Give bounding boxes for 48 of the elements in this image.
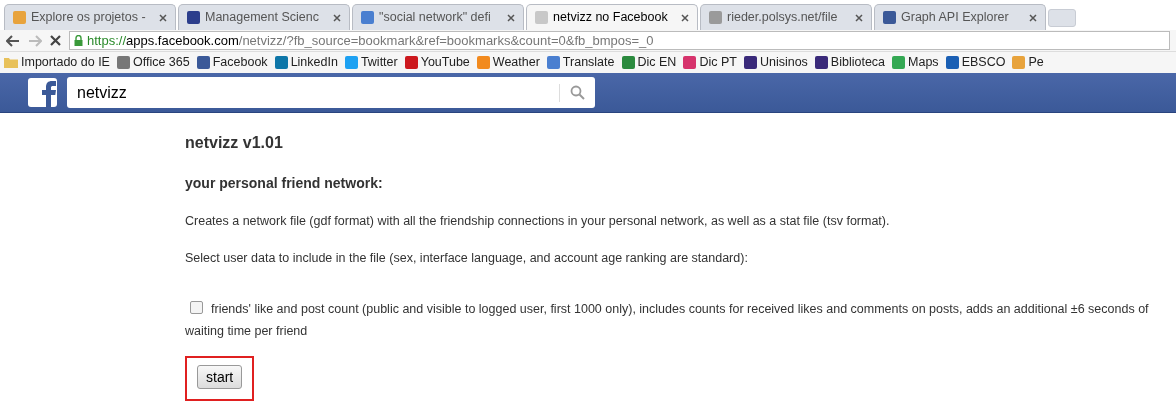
close-icon[interactable] (159, 13, 167, 22)
tab-title: netvizz no Facebook (553, 9, 669, 27)
checkbox[interactable] (190, 301, 203, 315)
tab-title: Graph API Explorer (901, 9, 1010, 27)
close-icon[interactable] (681, 13, 689, 22)
back-icon[interactable] (6, 34, 20, 47)
search-field[interactable]: netvizz (67, 77, 595, 108)
bookmark[interactable]: Facebook (196, 53, 268, 72)
bookmark[interactable]: Unisinos (743, 53, 808, 72)
option-text: friends' like and post count (public and visible to logged user, first 1000 only), includes counts for received likes and comments on posts, adds an additional ±6 seconds of waiting time per friend (185, 300, 1150, 340)
tab-title: "social network" defi (379, 9, 492, 27)
description: Creates a network file (gdf format) with all the friendship connections in your personal network, as well as a stat file (tsv format). (185, 213, 890, 230)
close-icon[interactable] (855, 13, 863, 22)
bookmark[interactable]: Weather (476, 53, 540, 72)
bookmark[interactable]: Pe (1012, 53, 1044, 72)
close-icon[interactable] (507, 13, 515, 22)
tab-title: Explore os projetos - (31, 9, 147, 27)
browser-tab[interactable]: netvizz no Facebook (526, 4, 698, 30)
bookmark[interactable]: Importado do IE (4, 53, 110, 72)
bookmark[interactable]: Maps (892, 53, 939, 72)
bookmark[interactable]: LinkedIn (274, 53, 338, 72)
browser-tab[interactable]: rieder.polsys.net/file (700, 4, 872, 30)
bookmark[interactable]: YouTube (404, 53, 470, 72)
bookmark[interactable]: EBSCO (945, 53, 1006, 72)
browser-tab[interactable]: Graph API Explorer (874, 4, 1046, 30)
bookmark[interactable]: Twitter (344, 53, 398, 72)
bookmark[interactable]: Dic EN (621, 53, 677, 72)
close-icon[interactable] (333, 13, 341, 22)
bookmark[interactable]: Biblioteca (814, 53, 886, 72)
start-button[interactable]: start (197, 365, 243, 389)
stop-icon[interactable] (50, 35, 61, 46)
bookmark[interactable]: Office 365 (116, 53, 190, 72)
lock-icon (74, 35, 83, 46)
address-field[interactable]: https://apps.facebook.com/netvizz/?fb_source=bookmark&ref=bookmarks&count=0&fb_bmpos=_0 (69, 31, 1170, 50)
app-title: netvizz v1.01 (185, 133, 283, 153)
url-text: https://apps.facebook.com/netvizz/?fb_source=bookmark&ref=bookmarks&count=0&fb_bmpos=_0 (87, 31, 654, 50)
browser-tab[interactable]: "social network" defi (352, 4, 524, 30)
instruction: Select user data to include in the file (sex, interface language, and account age ranking are standard): (185, 249, 748, 267)
browser-tab[interactable]: Management Scienc (178, 4, 350, 30)
tab-title: rieder.polsys.net/file (727, 9, 839, 27)
browser-tab[interactable]: Explore os projetos - (4, 4, 176, 30)
bookmark[interactable]: Dic PT (683, 53, 737, 72)
search-icon[interactable] (570, 85, 585, 100)
close-icon[interactable] (1029, 13, 1037, 22)
tab-title: Management Scienc (205, 9, 320, 27)
facebook-logo-icon[interactable] (28, 78, 57, 107)
bookmark[interactable]: Translate (546, 53, 615, 72)
section-heading: your personal friend network: (185, 174, 383, 193)
